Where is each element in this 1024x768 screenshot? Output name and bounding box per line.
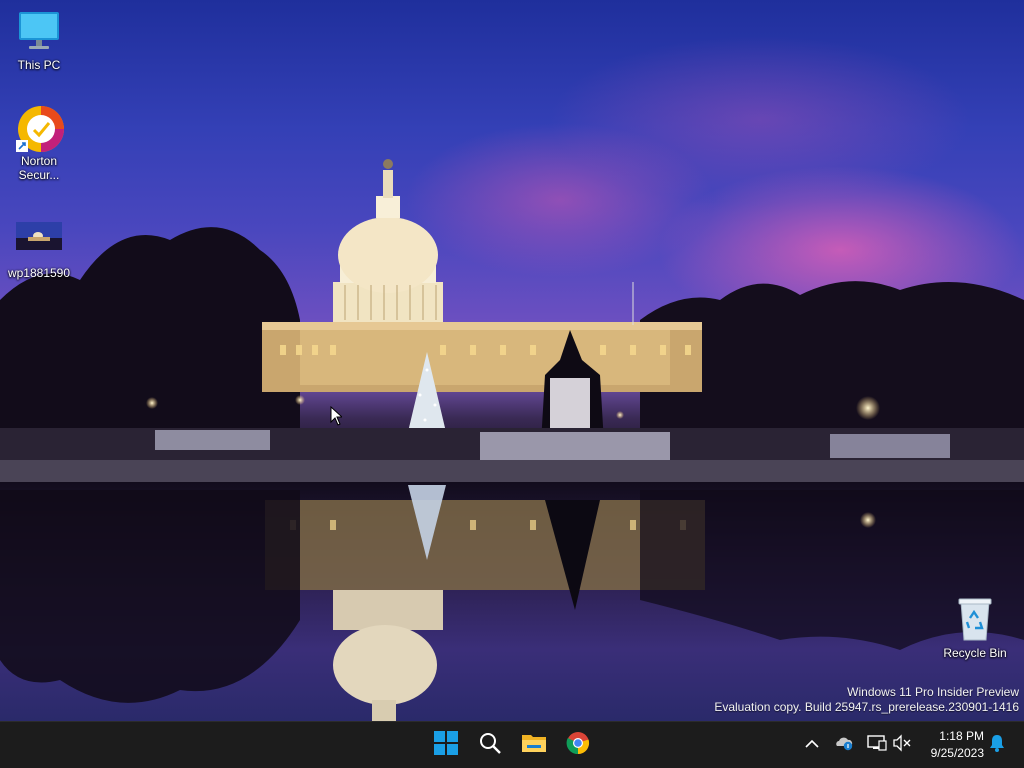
file-explorer-button[interactable] <box>516 728 552 762</box>
taskbar-clock[interactable]: 1:18 PM 9/25/2023 <box>916 728 984 764</box>
watermark-build: Evaluation copy. Build 25947.rs_prerelea… <box>714 700 1019 714</box>
monitor-icon <box>16 8 62 54</box>
image-file-icon <box>16 216 62 262</box>
chrome-button[interactable] <box>560 728 596 762</box>
desktop-icon-label: wp1881590 <box>7 266 71 280</box>
notifications-button[interactable] <box>986 734 1008 756</box>
onedrive-tray-button[interactable] <box>833 734 855 756</box>
network-icon <box>867 734 887 757</box>
mouse-cursor <box>330 405 344 431</box>
norton-icon <box>16 104 64 152</box>
desktop-icon-label: This PC <box>17 58 61 72</box>
clock-time: 1:18 PM <box>939 729 984 743</box>
network-tray-button[interactable] <box>866 734 888 756</box>
watermark-edition: Windows 11 Pro Insider Preview <box>847 685 1019 699</box>
search-button[interactable] <box>472 728 508 762</box>
desktop-icon-this-pc[interactable]: This PC <box>1 8 77 72</box>
desktop-icon-norton[interactable]: Norton Secur... <box>1 104 77 182</box>
desktop-wallpaper <box>0 0 1024 721</box>
volume-tray-button[interactable] <box>891 733 913 757</box>
desktop-icon-recycle-bin[interactable]: Recycle Bin <box>937 596 1013 660</box>
folder-icon <box>521 732 547 759</box>
chrome-icon <box>566 731 590 760</box>
desktop-icon-label: Recycle Bin <box>943 646 1007 660</box>
search-icon <box>478 731 502 760</box>
start-button[interactable] <box>428 728 464 762</box>
taskbar: 1:18 PM 9/25/2023 <box>0 721 1024 768</box>
recycle-bin-icon <box>952 596 998 642</box>
chevron-up-icon <box>805 736 819 754</box>
wallpaper-scene <box>0 159 1024 721</box>
windows-watermark: Windows 11 Pro Insider Preview Evaluatio… <box>714 685 1019 715</box>
bell-icon <box>988 734 1006 757</box>
windows-start-icon <box>434 730 458 760</box>
show-hidden-icons-button[interactable] <box>801 734 823 756</box>
desktop-icon-label: Norton Secur... <box>18 154 60 182</box>
onedrive-icon <box>834 735 854 756</box>
volume-muted-icon <box>892 733 912 757</box>
clock-date: 9/25/2023 <box>930 746 984 760</box>
desktop-icon-wp1881590[interactable]: wp1881590 <box>1 216 77 280</box>
